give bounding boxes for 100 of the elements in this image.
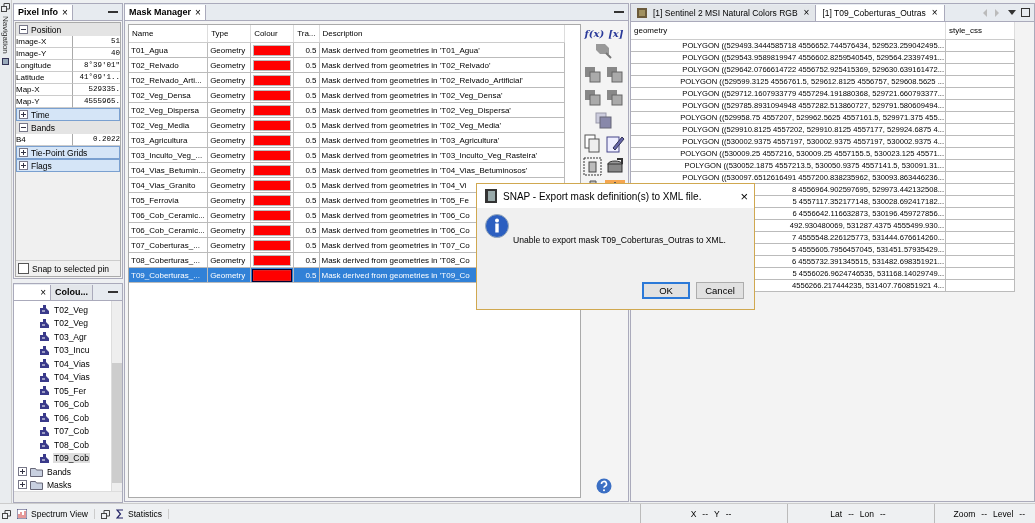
table-cell[interactable]: Geometry [207,57,251,73]
table-cell[interactable]: Mask derived from geometries in 'T04_Vias_Betuminosos' [319,162,564,178]
colour-swatch[interactable] [253,104,292,116]
table-cell[interactable]: Geometry [207,102,251,118]
table-cell[interactable]: 0.5 [293,147,319,163]
table-cell[interactable]: T08_Coberturas_... [129,252,208,268]
statistics-tab[interactable]: Statistics [116,509,170,519]
table-cell[interactable]: 0.5 [293,162,319,178]
table-cell[interactable]: 0.5 [293,252,319,268]
table-cell[interactable]: 0.5 [293,207,319,223]
squares-icon[interactable] [605,88,625,108]
table-cell[interactable]: Mask derived from geometries in 'T02_Veg_Media' [319,117,564,133]
table-cell[interactable]: Mask derived from geometries in 'T02_Relvado_Artificial' [319,72,564,88]
colour-swatch[interactable] [253,194,292,206]
panel-tab[interactable]: Colou... [51,284,93,300]
ok-button[interactable]: OK [642,282,690,299]
tree-item[interactable]: T03_Agr [53,331,88,342]
colour-swatch[interactable] [253,119,292,131]
close-button[interactable]: × [195,6,201,18]
table-cell[interactable]: 0.5 [293,57,319,73]
table-cell[interactable]: 0.5 [293,237,319,253]
pencil-icon[interactable] [605,134,625,154]
table-cell[interactable]: Geometry [207,162,251,178]
section-header[interactable]: Position [16,23,120,36]
colour-swatch[interactable] [253,74,292,86]
table-cell[interactable]: Mask derived from geometries in 'T03_Inculto_Veg_Rasteira' [319,147,564,163]
table-cell[interactable]: Geometry [207,222,251,238]
colour-swatch[interactable] [253,209,292,221]
section-header[interactable]: Bands [16,121,120,134]
tree-item[interactable]: T03_Incu [53,345,91,356]
colour-swatch[interactable] [253,134,292,146]
snap-checkbox[interactable] [18,263,29,274]
column-header[interactable]: Name [129,25,208,43]
table-cell[interactable]: Geometry [207,237,251,253]
tree-item[interactable]: T06_Cob [53,399,90,410]
table-cell[interactable]: 0.5 [293,192,319,208]
table-cell[interactable]: T06_Cob_Ceramic... [129,222,208,238]
panel-tab[interactable]: × [14,284,51,300]
table-cell[interactable]: T03_Agricultura [129,132,208,148]
minimize-icon[interactable] [108,10,118,14]
tree-item[interactable]: T04_Vias [53,358,91,369]
pixel-info-tab[interactable]: Pixel Info × [14,4,73,20]
table-cell[interactable]: Geometry [207,192,251,208]
colour-swatch[interactable] [253,149,292,161]
scrollbar[interactable] [14,491,122,502]
column-header[interactable]: Tra... [293,25,319,43]
tree-folder[interactable]: Bands [47,466,72,477]
table-cell[interactable]: Geometry [207,42,251,58]
restore-icon[interactable] [101,509,110,519]
column-header[interactable]: Description [319,25,564,43]
scrollbar[interactable] [111,301,122,491]
close-button[interactable]: × [40,286,46,298]
table-cell[interactable]: 0.5 [293,42,319,58]
table-cell[interactable]: Geometry [207,117,251,133]
document-tab[interactable]: [1] Sentinel 2 MSI Natural Colors RGB × [631,4,817,21]
cancel-button[interactable]: Cancel [696,282,744,299]
table-cell[interactable]: T07_Coberturas_... [129,237,208,253]
table-cell[interactable]: 0.5 [293,117,319,133]
table-cell[interactable]: Mask derived from geometries in 'T02_Relvado' [319,57,564,73]
table-cell[interactable]: T03_Inculto_Veg_... [129,147,208,163]
tree-item[interactable]: T05_Fer [53,385,88,396]
expand-icon[interactable] [19,161,28,170]
tree-item[interactable]: T09_Cob [53,453,90,464]
colour-swatch[interactable] [253,164,292,176]
spectrum-view-tab[interactable]: Spectrum View [17,509,95,519]
table-cell[interactable]: Geometry [207,207,251,223]
column-header[interactable]: style_css [945,22,1015,40]
tree-item[interactable]: T07_Cob [53,426,90,437]
close-button[interactable]: × [803,7,810,18]
table-cell[interactable]: 0.5 [293,102,319,118]
table-cell[interactable]: T02_Veg_Densa [129,87,208,103]
colour-swatch[interactable] [253,224,292,236]
expand-icon[interactable] [18,467,27,476]
table-cell[interactable]: Geometry [207,72,251,88]
table-cell[interactable]: 0.5 [293,87,319,103]
expand-icon[interactable] [18,480,27,489]
window-icon[interactable] [2,57,9,65]
tree-item[interactable]: T08_Cob [53,439,90,450]
square-icon[interactable] [594,111,614,131]
table-cell[interactable]: 0.5 [293,177,319,193]
colour-swatch[interactable] [253,59,292,71]
section-header[interactable]: Flags [16,159,120,172]
table-cell[interactable]: Geometry [207,87,251,103]
table-cell[interactable]: 0.5 [293,222,319,238]
table-cell[interactable]: 0.5 [293,72,319,88]
minimize-icon[interactable] [614,10,624,14]
table-cell[interactable]: Geometry [207,177,251,193]
navigation-tab[interactable]: Navigation [1,16,10,54]
table-cell[interactable]: Mask derived from geometries in 'T01_Agua' [319,42,564,58]
expand-icon[interactable] [19,110,28,119]
column-header[interactable]: Colour [250,25,294,43]
dropdown-icon[interactable] [1008,9,1016,16]
colour-swatch[interactable] [253,179,292,191]
table-cell[interactable]: T02_Veg_Media [129,117,208,133]
mask-manager-tab[interactable]: Mask Manager × [125,4,206,20]
column-header[interactable]: Type [207,25,251,43]
collapse-icon[interactable] [19,25,28,34]
maximize-icon[interactable] [1021,8,1030,17]
document-tab[interactable]: [1] T09_Coberturas_Outras × [816,4,945,21]
squares-icon[interactable] [583,65,603,85]
